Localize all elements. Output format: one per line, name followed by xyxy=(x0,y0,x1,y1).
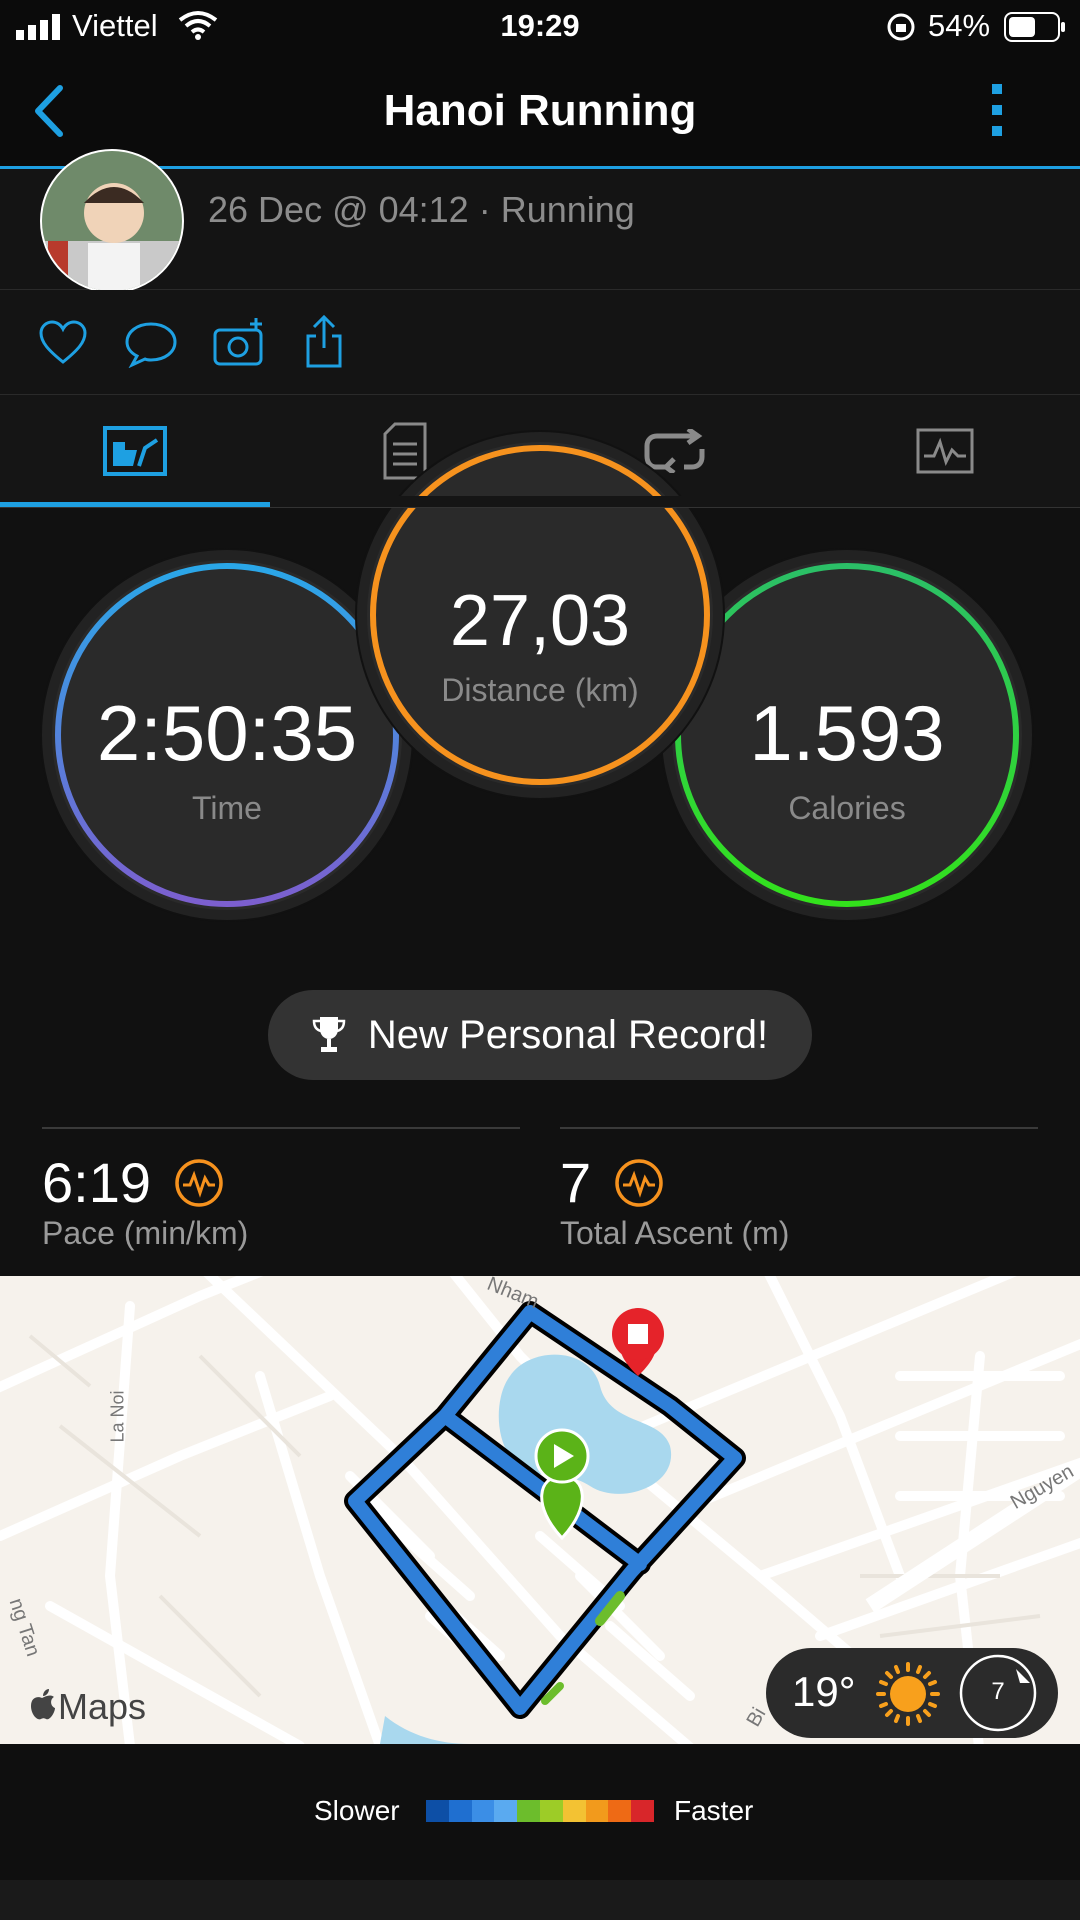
more-menu-icon[interactable] xyxy=(988,82,1008,142)
action-bar xyxy=(0,290,1080,395)
street-label: La Noi xyxy=(107,1390,128,1443)
like-heart-icon[interactable] xyxy=(38,320,88,366)
pace-value: 6:19 xyxy=(42,1151,151,1214)
wind-value: 7 xyxy=(991,1678,1005,1705)
tab-charts[interactable] xyxy=(810,395,1080,507)
time-value: 2:50:35 xyxy=(96,689,358,777)
calories-metric: 1.593 Calories xyxy=(672,560,1022,910)
tab-mask xyxy=(367,496,713,508)
maps-attribution[interactable]: Maps xyxy=(58,1686,146,1728)
activity-header: 26 Dec @ 04:12 · Running xyxy=(0,149,1080,293)
weather-temp: 19° xyxy=(792,1668,856,1715)
calories-value: 1.593 xyxy=(749,689,945,777)
sun-icon xyxy=(876,1662,940,1726)
rotation-lock-icon xyxy=(887,13,915,41)
divider xyxy=(560,1127,1038,1129)
comment-bubble-icon[interactable] xyxy=(124,320,178,368)
stats-icon xyxy=(103,426,167,476)
avatar[interactable] xyxy=(40,149,184,293)
legend-swatch xyxy=(631,1800,654,1822)
time-metric: 2:50:35 Time xyxy=(52,560,402,910)
activity-meta: 26 Dec @ 04:12 · Running xyxy=(208,189,635,230)
ascent-label: Total Ascent (m) xyxy=(560,1215,790,1251)
divider xyxy=(42,1127,520,1129)
legend-faster-label: Faster xyxy=(674,1795,754,1826)
add-photo-camera-icon[interactable] xyxy=(212,316,268,368)
pace-legend: Slower Faster xyxy=(0,1744,1080,1880)
legend-swatch xyxy=(448,1800,472,1822)
nav-header: Hanoi Running xyxy=(0,56,1080,169)
trophy-icon xyxy=(312,1017,346,1052)
legend-swatch xyxy=(562,1800,586,1822)
legend-slower-label: Slower xyxy=(314,1795,400,1826)
bottom-bar xyxy=(0,1880,1080,1920)
status-bar: Viettel 19:29 54% xyxy=(0,0,1080,56)
legend-swatch xyxy=(585,1800,609,1822)
activity-wave-icon[interactable] xyxy=(174,1158,224,1208)
ascent-value: 7 xyxy=(560,1151,592,1214)
weather-badge[interactable]: 19° 7 xyxy=(766,1648,1058,1738)
legend-swatch xyxy=(494,1800,518,1822)
legend-swatch xyxy=(608,1800,632,1822)
apple-logo-icon xyxy=(31,1689,55,1720)
charts-icon xyxy=(916,428,974,474)
time-label: Time xyxy=(192,790,262,826)
battery-icon xyxy=(1004,12,1065,42)
active-tab-indicator xyxy=(0,502,270,507)
legend-swatch xyxy=(517,1800,540,1822)
distance-metric: 27,03 Distance (km) xyxy=(367,442,713,788)
distance-value: 27,03 xyxy=(449,581,631,661)
clock: 19:29 xyxy=(500,8,580,43)
legend-swatch xyxy=(471,1800,495,1822)
tab-stats[interactable] xyxy=(0,395,270,507)
calories-label: Calories xyxy=(788,790,906,826)
personal-record-badge[interactable]: New Personal Record! xyxy=(268,990,812,1080)
share-icon[interactable] xyxy=(304,314,344,370)
activity-wave-icon[interactable] xyxy=(614,1158,664,1208)
legend-swatch xyxy=(539,1800,563,1822)
legend-gradient xyxy=(426,1800,654,1822)
personal-record-label: New Personal Record! xyxy=(367,1012,769,1057)
page-title: Hanoi Running xyxy=(383,86,697,135)
distance-label: Distance (km) xyxy=(441,672,639,708)
route-map[interactable]: Nham La Noi Nguyen ng Tan Bi Maps 19° 7 xyxy=(0,1276,1080,1744)
pace-label: Pace (min/km) xyxy=(42,1215,249,1251)
legend-swatch xyxy=(426,1800,449,1822)
battery-percent: 54% xyxy=(928,8,991,43)
